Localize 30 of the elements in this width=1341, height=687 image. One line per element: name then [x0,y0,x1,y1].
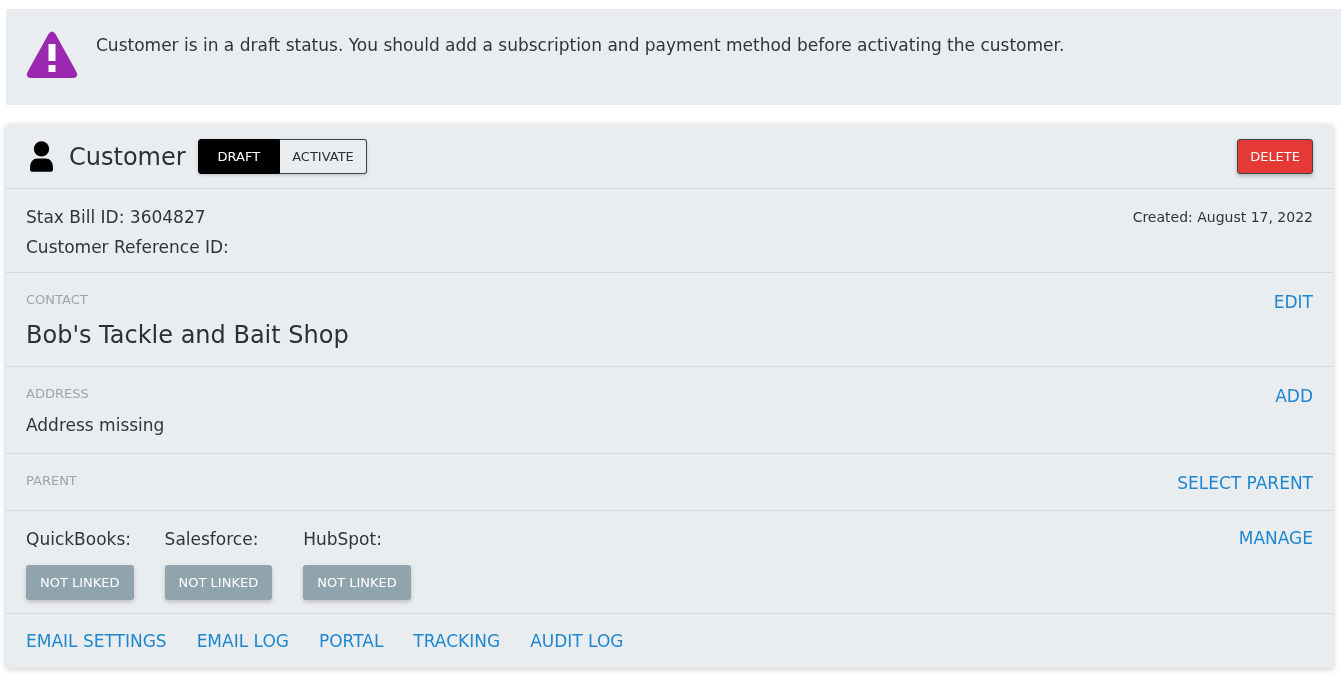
section-label: CONTACT [26,291,89,309]
integration-name: HubSpot: [303,528,382,551]
person-icon [30,141,53,172]
link-status-badge: NOT LINKED [303,565,411,600]
integration-name: Salesforce: [164,528,259,551]
integration-name: QuickBooks: [26,528,131,551]
status-toggle-button[interactable]: ACTIVATE [280,139,367,174]
id-text: Customer Reference ID: [26,236,229,259]
section-value: Bob's Tackle and Bait Shop [26,320,349,350]
manage-link[interactable]: MANAGE [1238,527,1313,549]
alert-message: Customer is in a draft status. You should add a subscription and payment method before activating the customer. [96,34,1065,56]
status-toggle-button[interactable]: DRAFT [197,139,281,174]
footer-link[interactable]: TRACKING [413,631,501,651]
footer-link[interactable]: PORTAL [319,631,384,651]
section-label: ADDRESS [26,385,90,403]
delete-button[interactable]: DELETE [1237,139,1313,174]
card-title: Customer [69,142,186,171]
section-action-link[interactable]: EDIT [1273,291,1313,313]
section-label: PARENT [26,472,77,490]
id-text: Stax Bill ID: 3604827 [26,206,207,229]
section-value: Address missing [26,414,165,437]
warning-icon [26,31,78,79]
footer-link[interactable]: EMAIL SETTINGS [26,631,167,651]
link-status-badge: NOT LINKED [164,565,273,600]
footer-link[interactable]: AUDIT LOG [530,631,624,651]
section-action-link[interactable]: SELECT PARENT [1177,472,1313,494]
footer-link[interactable]: EMAIL LOG [196,631,289,651]
section-action-link[interactable]: ADD [1275,385,1313,407]
link-status-badge: NOT LINKED [26,565,134,600]
created-date: Created: August 17, 2022 [1132,208,1313,227]
